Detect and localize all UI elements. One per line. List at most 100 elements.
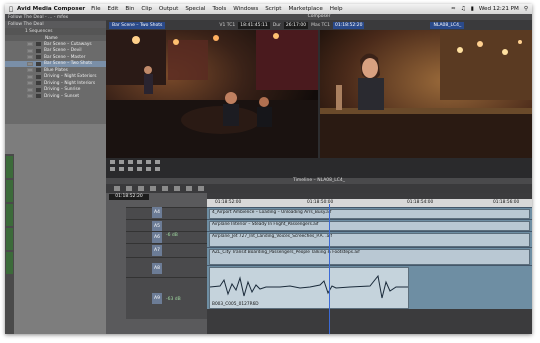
menu-file[interactable]: File <box>91 6 100 12</box>
dur-value: 26:17:00 <box>283 21 309 29</box>
tool-button[interactable] <box>138 186 144 191</box>
mark-in-button[interactable] <box>128 167 133 171</box>
overwrite-button[interactable] <box>155 160 160 164</box>
extract-button[interactable] <box>155 167 160 171</box>
record-monitor[interactable] <box>320 30 532 158</box>
track-name[interactable]: A4 <box>152 207 162 218</box>
battery-icon[interactable]: ▮ <box>471 6 474 12</box>
step-button[interactable] <box>119 167 124 171</box>
tool-button[interactable] <box>126 186 132 191</box>
track-name[interactable]: A6 <box>152 232 162 243</box>
volume-icon[interactable]: ♫ <box>461 6 466 12</box>
checkbox[interactable] <box>27 74 33 79</box>
source-timecode: 18:41:45:11 <box>238 21 270 29</box>
wifi-icon[interactable]: ≈ <box>451 6 456 12</box>
bin-panel: Follow The Deal - ... - mfex Follow The … <box>5 14 106 334</box>
source-clip-menu[interactable]: Bar Scene – Two Shots <box>109 21 166 29</box>
track-name[interactable]: A8 <box>152 263 162 274</box>
menu-special[interactable]: Special <box>185 6 205 12</box>
mark-in-button[interactable] <box>128 160 133 164</box>
checkbox[interactable] <box>27 87 33 92</box>
menu-clip[interactable]: Clip <box>141 6 152 12</box>
track-header[interactable] <box>126 243 207 257</box>
track-header[interactable] <box>126 219 207 231</box>
thumbnail <box>6 156 13 178</box>
checkbox[interactable] <box>27 81 33 86</box>
monitor-controls <box>106 158 532 178</box>
level-readout: -63 dB <box>166 297 181 302</box>
level-readout: -6 dB <box>166 233 178 238</box>
timeline-track[interactable]: Airplane Interior – Steady In Flight_Pas… <box>207 219 532 231</box>
sequence-icon <box>36 48 41 53</box>
checkbox[interactable] <box>27 48 33 53</box>
menu-help[interactable]: Help <box>330 6 343 12</box>
tool-button[interactable] <box>162 186 168 191</box>
tool-button[interactable] <box>174 186 180 191</box>
checkbox[interactable] <box>27 94 33 99</box>
source-track-label[interactable]: V1 TC1 <box>219 23 235 28</box>
spotlight-icon[interactable]: ⚲ <box>524 6 528 12</box>
bin-item-label: Driving – Night Exteriors <box>44 74 97 80</box>
bin-item-label: Bar Scene – Master <box>44 54 86 60</box>
timeline-track[interactable]: 4_Airport Ambience – Loading – Unloading… <box>207 207 532 219</box>
audio-clip[interactable]: AZL_City Transit Boarding_Passengers_Peo… <box>209 249 530 265</box>
waveform <box>210 274 408 299</box>
checkbox[interactable] <box>27 55 33 60</box>
composer-header: Bar Scene – Two Shots V1 TC1 18:41:45:11… <box>106 20 532 30</box>
menu-edit[interactable]: Edit <box>108 6 119 12</box>
timeline-window: Timeline – NLA08_LC4_ 01:18:52:20 A4 A5 … <box>106 178 532 334</box>
clip-label: B003_C005_0127R6D <box>212 302 259 307</box>
menu-marketplace[interactable]: Marketplace <box>288 6 322 12</box>
track-name[interactable]: A7 <box>152 245 162 256</box>
audio-clip[interactable]: Airplane Interior – Steady In Flight_Pas… <box>209 221 530 231</box>
playhead[interactable] <box>329 204 330 334</box>
menu-output[interactable]: Output <box>159 6 178 12</box>
checkbox[interactable] <box>27 68 33 73</box>
audio-clip[interactable]: Airplane_Jet 727_Int_Landing_Voices_Scre… <box>209 233 530 247</box>
tool-button[interactable] <box>198 186 204 191</box>
thumbnail <box>6 228 13 250</box>
column-name[interactable]: Name <box>45 36 58 41</box>
checkbox[interactable] <box>27 61 33 66</box>
source-monitor[interactable] <box>106 30 318 158</box>
timeline-ruler[interactable]: 01:18:52:00 01:18:50:00 01:18:54:00 01:1… <box>207 199 532 207</box>
tab-sequences[interactable]: 1 Sequences <box>25 29 53 34</box>
bin-item[interactable]: Driving – Sunset <box>5 93 106 100</box>
timeline-track[interactable]: B003_C005_0127R6D <box>207 265 532 309</box>
dur-label[interactable]: Dur <box>273 23 281 28</box>
lift-button[interactable] <box>146 167 151 171</box>
tool-button[interactable] <box>150 186 156 191</box>
play-button[interactable] <box>110 160 115 164</box>
step-button[interactable] <box>119 160 124 164</box>
menu-bin[interactable]: Bin <box>125 6 134 12</box>
mark-out-button[interactable] <box>137 167 142 171</box>
sequence-icon <box>36 61 41 66</box>
sequence-menu[interactable]: NLA08_LC4_ <box>430 21 465 29</box>
record-transport <box>106 167 532 172</box>
splice-button[interactable] <box>146 160 151 164</box>
bin-empty-area <box>5 124 106 334</box>
app-menu[interactable]: Avid Media Composer <box>17 6 85 12</box>
play-button[interactable] <box>110 167 115 171</box>
master-tc-label[interactable]: Mas TC1 <box>311 23 330 28</box>
menu-windows[interactable]: Windows <box>233 6 258 12</box>
menu-script[interactable]: Script <box>265 6 281 12</box>
track-headers: 01:18:52:20 A4 A5 A6 A7 A8 A9 -63 dB -6 … <box>106 193 207 334</box>
track-name[interactable]: A9 <box>152 293 162 304</box>
timeline-track[interactable]: AZL_City Transit Boarding_Passengers_Peo… <box>207 247 532 265</box>
track-header[interactable] <box>126 207 207 219</box>
audio-clip[interactable]: 4_Airport Ambience – Loading – Unloading… <box>209 209 530 219</box>
tool-button[interactable] <box>186 186 192 191</box>
menubar-clock[interactable]: Wed 12:21 PM <box>479 6 519 12</box>
bin-item-label: Bar Scene – Devil <box>44 48 82 54</box>
apple-icon[interactable]:  <box>5 6 17 13</box>
mark-out-button[interactable] <box>137 160 142 164</box>
timeline-track[interactable]: Airplane_Jet 727_Int_Landing_Voices_Scre… <box>207 231 532 247</box>
tool-button[interactable] <box>114 186 120 191</box>
record-timecode: 01:18:52:20 <box>333 21 365 29</box>
timeline-toolbar <box>106 184 532 193</box>
checkbox[interactable] <box>27 42 33 47</box>
menu-tools[interactable]: Tools <box>212 6 226 12</box>
audio-clip-waveform[interactable]: B003_C005_0127R6D <box>209 267 409 309</box>
track-header[interactable] <box>126 257 207 277</box>
